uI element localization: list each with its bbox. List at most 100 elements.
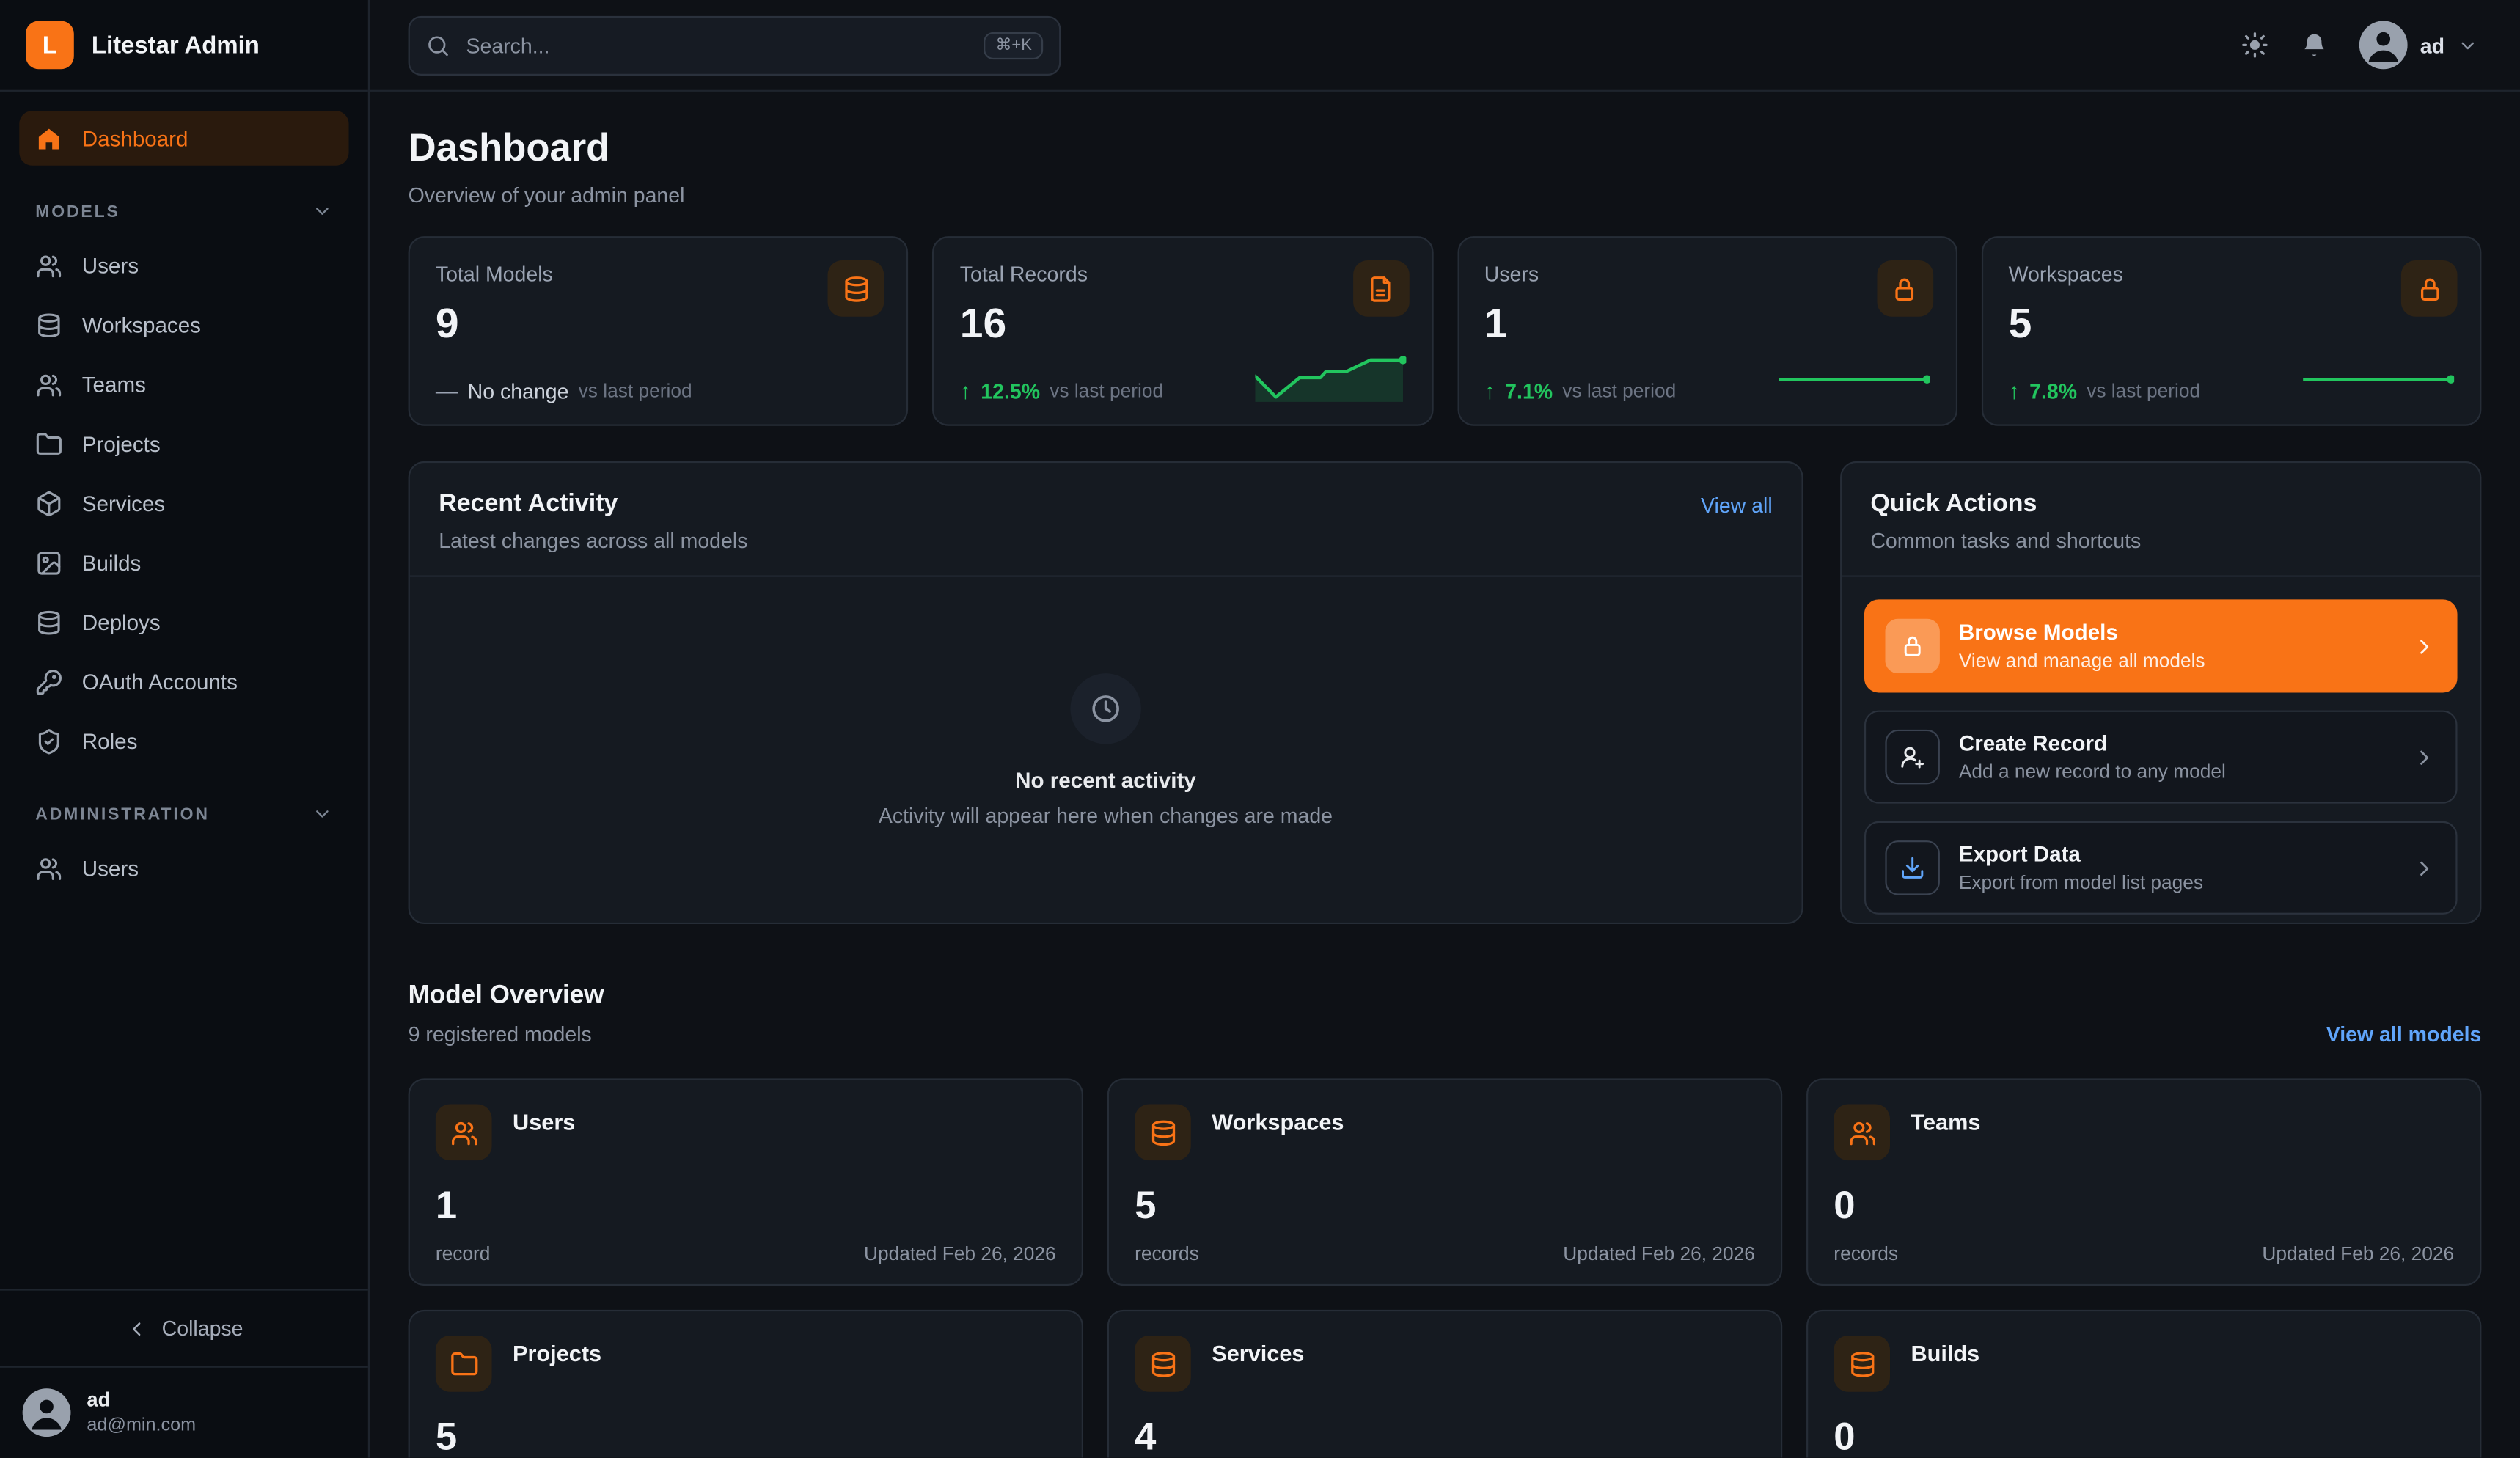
sidebar-item-label: Dashboard (81, 126, 188, 150)
chevron-down-icon (312, 804, 332, 824)
sidebar-item-deploys[interactable]: Deploys (19, 595, 348, 650)
recent-activity-panel: Recent Activity Latest changes across al… (408, 461, 1803, 925)
users-icon (35, 854, 62, 882)
sidebar-item-teams[interactable]: Teams (19, 356, 348, 411)
model-record-count: 4 (1135, 1415, 1157, 1458)
model-count-label: records (1834, 1242, 1898, 1265)
topbar: ⌘+K ad (370, 0, 2520, 92)
sidebar-item-label: Projects (81, 431, 161, 456)
sidebar-item-label: Workspaces (81, 312, 201, 337)
empty-state-title: No recent activity (1015, 767, 1196, 792)
search-box[interactable]: ⌘+K (408, 15, 1061, 75)
chevron-left-icon (125, 1317, 147, 1340)
sidebar-item-label: Users (81, 253, 139, 278)
app-title: Litestar Admin (91, 31, 260, 59)
sidebar-section-administration[interactable]: ADMINISTRATION (35, 804, 332, 824)
page-subtitle: Overview of your admin panel (408, 183, 685, 208)
stat-value: 9 (435, 298, 459, 348)
sidebar-item-oauth-accounts[interactable]: OAuth Accounts (19, 654, 348, 709)
database-icon (828, 260, 884, 317)
arrow-up-icon: ↑ (2008, 377, 2020, 404)
quick-action-create-record[interactable]: Create Record Add a new record to any mo… (1864, 710, 2458, 804)
quick-action-browse-models[interactable]: Browse Models View and manage all models (1864, 599, 2458, 693)
sidebar-item-label: Deploys (81, 609, 161, 634)
chevron-down-icon (312, 201, 332, 221)
sidebar-nav: Dashboard MODELS Users Workspaces Teams … (0, 92, 368, 1289)
users-icon (35, 252, 62, 279)
stat-value: 1 (1484, 298, 1508, 348)
model-card-projects[interactable]: Projects 5 records Updated Feb 26, 2026 (408, 1309, 1083, 1458)
sidebar-item-label: Teams (81, 372, 146, 397)
view-all-link[interactable]: View all (1701, 494, 1773, 518)
view-all-models-link[interactable]: View all models (2326, 1022, 2482, 1047)
model-card-teams[interactable]: Teams 0 records Updated Feb 26, 2026 (1806, 1078, 2482, 1286)
sidebar-section-models[interactable]: MODELS (35, 201, 332, 221)
sidebar-section-label: MODELS (35, 202, 120, 221)
model-card-name: Services (1212, 1340, 1305, 1366)
image-icon (35, 549, 62, 576)
user-email: ad@min.com (87, 1415, 197, 1435)
sidebar-item-roles[interactable]: Roles (19, 714, 348, 769)
user-name: ad (87, 1388, 111, 1411)
model-record-count: 1 (435, 1184, 458, 1228)
lock-icon (2400, 260, 2458, 317)
notifications-button[interactable] (2299, 31, 2328, 59)
model-record-count: 5 (435, 1415, 458, 1458)
stat-title: Users (1484, 262, 1539, 287)
sidebar-item-dashboard[interactable]: Dashboard (19, 111, 349, 166)
package-icon (35, 489, 62, 516)
quick-action-export-data[interactable]: Export Data Export from model list pages (1864, 821, 2458, 915)
sidebar-user[interactable]: ad ad@min.com (0, 1366, 368, 1458)
model-card-workspaces[interactable]: Workspaces 5 records Updated Feb 26, 202… (1107, 1078, 1783, 1286)
recent-activity-subtitle: Latest changes across all models (439, 528, 748, 553)
sidebar-item-services[interactable]: Services (19, 476, 348, 531)
database-icon (35, 311, 62, 338)
user-menu[interactable]: ad (2359, 21, 2478, 70)
stat-card-workspaces: Workspaces 5 ↑ 7.8% vs last period (1981, 236, 2482, 426)
collapse-label: Collapse (161, 1316, 243, 1341)
sidebar-item-label: Roles (81, 728, 138, 753)
model-card-name: Teams (1911, 1109, 1981, 1135)
stat-change: No change (467, 378, 569, 403)
quick-action-subtitle: Export from model list pages (1958, 871, 2204, 894)
collapse-button[interactable]: Collapse (0, 1291, 368, 1366)
sidebar-item-workspaces[interactable]: Workspaces (19, 297, 348, 352)
model-overview-grid: Users 1 record Updated Feb 26, 2026 Work… (408, 1078, 2482, 1458)
users-icon (1834, 1104, 1891, 1161)
sparkline-chart (1254, 353, 1406, 405)
stat-title: Workspaces (2008, 262, 2123, 287)
database-icon (1135, 1335, 1191, 1392)
sidebar-item-users[interactable]: Users (19, 840, 348, 895)
no-change-icon: — (435, 377, 458, 404)
quick-action-title: Browse Models (1958, 620, 2118, 645)
model-updated-date: Updated Feb 26, 2026 (863, 1242, 1056, 1265)
model-card-users[interactable]: Users 1 record Updated Feb 26, 2026 (408, 1078, 1083, 1286)
app-logo: L (26, 21, 74, 70)
model-record-count: 0 (1834, 1415, 1856, 1458)
stat-value: 16 (959, 298, 1007, 348)
stat-card-total-records: Total Records 16 ↑ 12.5% vs last period (932, 236, 1433, 426)
user-plus-icon (1885, 729, 1940, 785)
database-icon (1135, 1104, 1191, 1161)
stat-title: Total Records (959, 262, 1088, 287)
model-record-count: 0 (1834, 1184, 1856, 1228)
search-icon (426, 33, 450, 57)
model-card-services[interactable]: Services 4 records Updated Feb 26, 2026 (1107, 1309, 1783, 1458)
quick-actions-panel: Quick Actions Common tasks and shortcuts… (1839, 461, 2482, 925)
folder-icon (435, 1335, 492, 1392)
quick-actions-title: Quick Actions (1870, 490, 2037, 518)
model-updated-date: Updated Feb 26, 2026 (1563, 1242, 1755, 1265)
sidebar-item-users[interactable]: Users (19, 238, 348, 293)
sidebar-item-builds[interactable]: Builds (19, 535, 348, 590)
quick-action-subtitle: Add a new record to any model (1958, 760, 2226, 783)
sidebar-item-label: Users (81, 855, 139, 880)
sidebar-item-projects[interactable]: Projects (19, 417, 348, 472)
model-overview-subtitle: 9 registered models (408, 1022, 592, 1047)
stat-value: 5 (2008, 298, 2032, 348)
chevron-right-icon (2412, 634, 2436, 658)
model-updated-date: Updated Feb 26, 2026 (2262, 1242, 2455, 1265)
model-card-builds[interactable]: Builds 0 records Updated Feb 26, 2026 (1806, 1309, 2482, 1458)
quick-actions-subtitle: Common tasks and shortcuts (1870, 528, 2142, 553)
search-input[interactable] (463, 31, 972, 59)
theme-toggle-button[interactable] (2240, 31, 2268, 59)
